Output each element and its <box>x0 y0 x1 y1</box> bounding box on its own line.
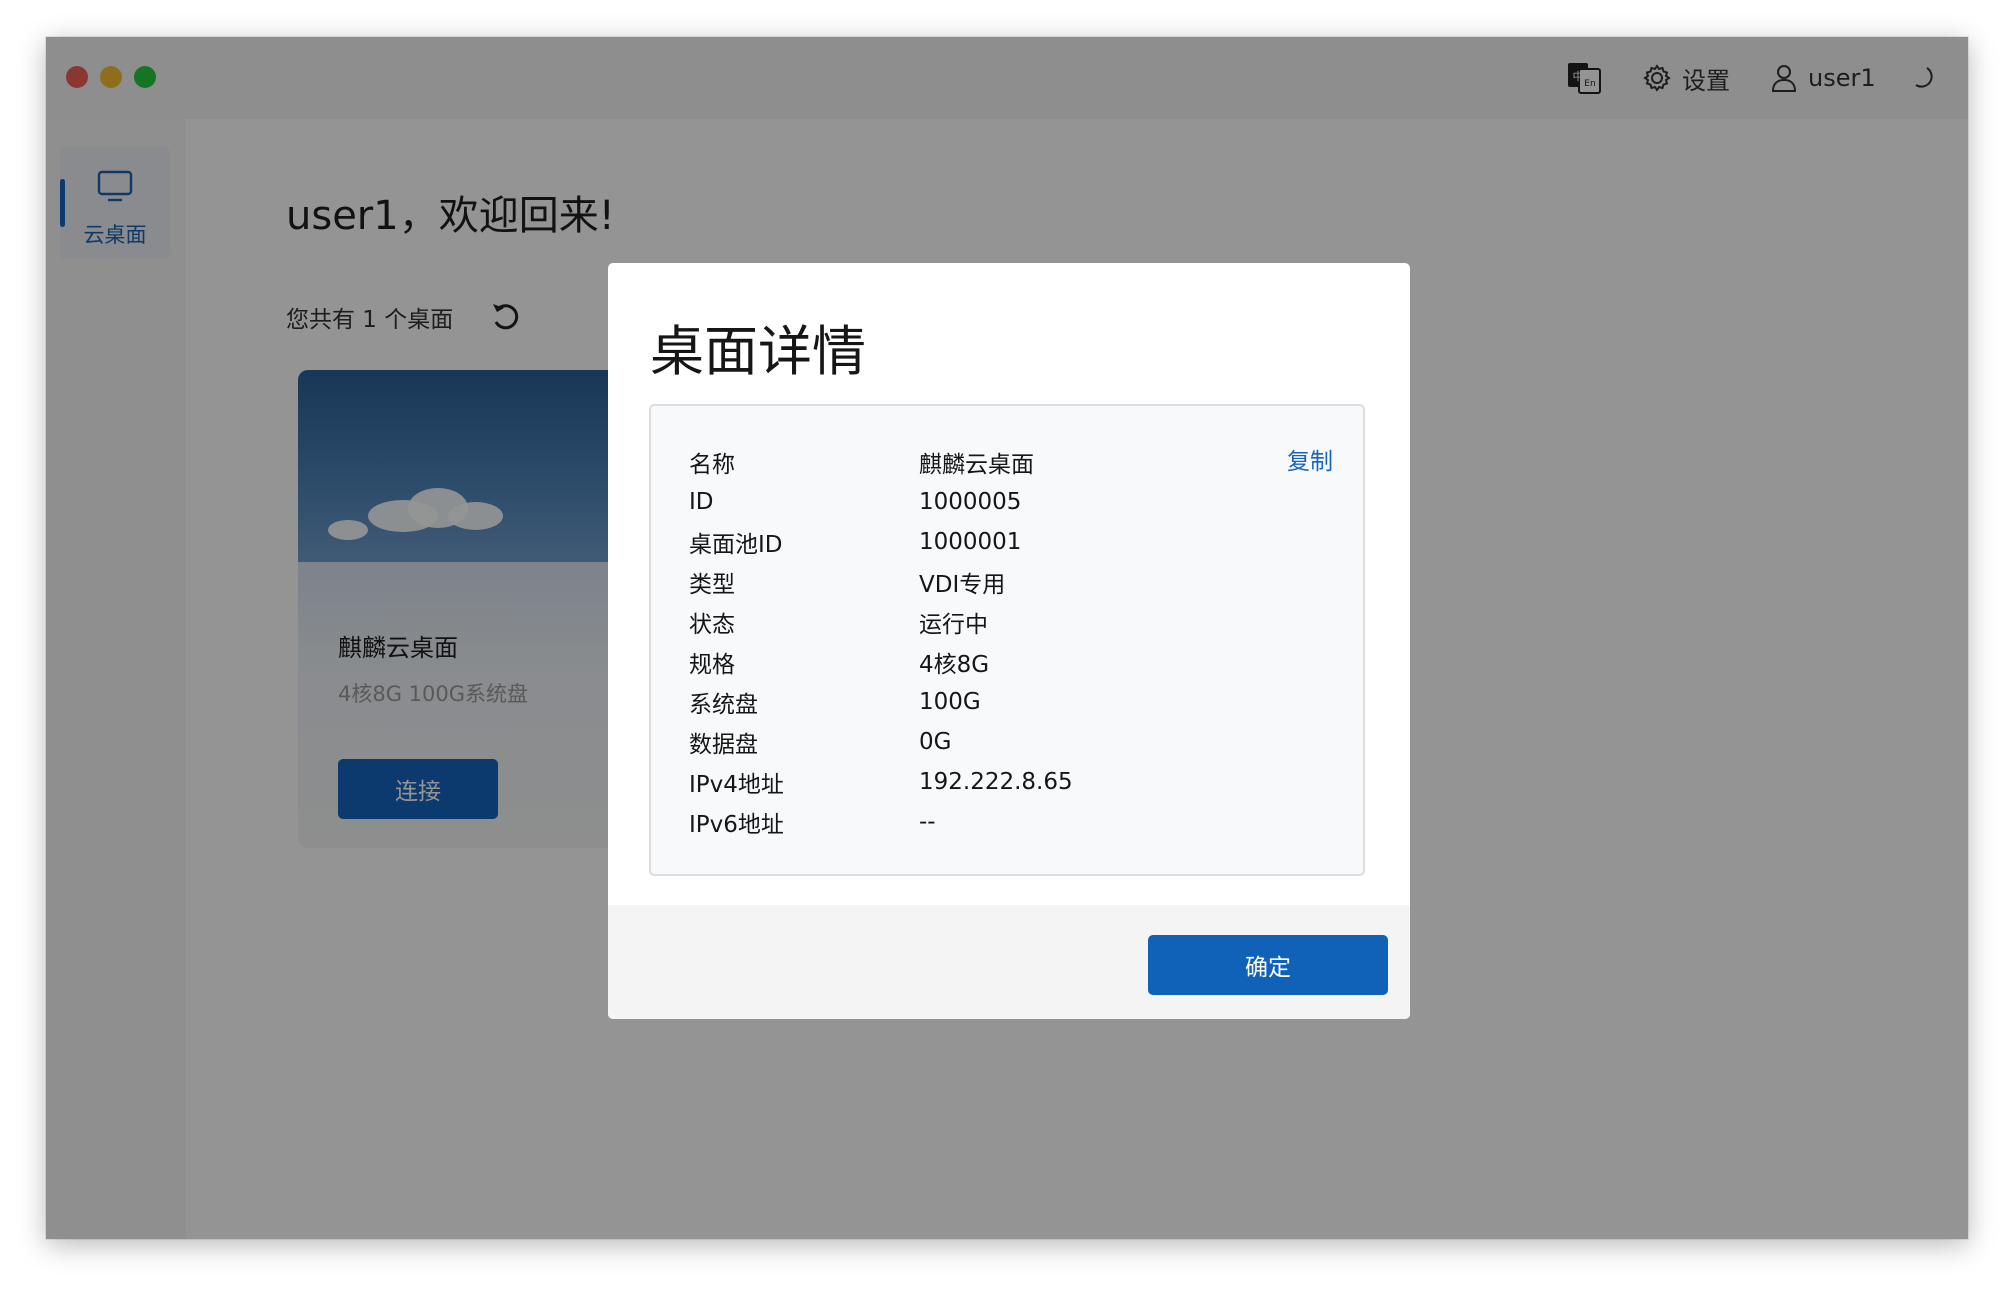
desktop-details-dialog: 桌面详情 复制 名称 麒麟云桌面 ID 1000005 桌面池ID 100000… <box>608 263 1410 1019</box>
detail-value: 0G <box>919 729 952 755</box>
detail-row: IPv6地址 -- <box>689 802 936 842</box>
detail-row: ID 1000005 <box>689 482 1021 522</box>
details-panel: 复制 名称 麒麟云桌面 ID 1000005 桌面池ID 1000001 类型 … <box>649 404 1365 876</box>
detail-value: 1000001 <box>919 529 1022 555</box>
detail-key: ID <box>689 489 714 515</box>
detail-row: 类型 VDI专用 <box>689 562 1005 602</box>
detail-row: 状态 运行中 <box>689 602 988 642</box>
dialog-footer: 确定 <box>608 905 1410 1019</box>
detail-key: 数据盘 <box>689 732 758 758</box>
detail-value: 麒麟云桌面 <box>919 452 1034 478</box>
detail-row: 数据盘 0G <box>689 722 951 762</box>
detail-key: 规格 <box>689 652 735 678</box>
detail-key: 状态 <box>689 612 735 638</box>
detail-key: IPv6地址 <box>689 812 784 838</box>
detail-key: IPv4地址 <box>689 772 784 798</box>
confirm-button[interactable]: 确定 <box>1148 935 1388 995</box>
detail-value: 4核8G <box>919 652 990 678</box>
detail-value: 运行中 <box>919 612 988 638</box>
detail-value: 192.222.8.65 <box>919 769 1073 795</box>
detail-key: 名称 <box>689 452 735 478</box>
detail-key: 类型 <box>689 572 735 598</box>
detail-row: IPv4地址 192.222.8.65 <box>689 762 1073 802</box>
detail-value: VDI专用 <box>919 572 1006 598</box>
detail-value: 1000005 <box>919 489 1022 515</box>
copy-button[interactable]: 复制 <box>1287 442 1333 476</box>
detail-row: 桌面池ID 1000001 <box>689 522 1021 562</box>
detail-key: 系统盘 <box>689 692 758 718</box>
detail-value: 100G <box>919 689 981 715</box>
app-window: 中 En 设置 user1 云桌面 user1，欢迎回来! 您共有 1 个桌面 … <box>46 37 1968 1239</box>
detail-key: 桌面池ID <box>689 532 783 558</box>
detail-value: -- <box>919 809 936 835</box>
detail-row: 规格 4核8G <box>689 642 989 682</box>
detail-row: 名称 麒麟云桌面 <box>689 442 1034 482</box>
detail-row: 系统盘 100G <box>689 682 981 722</box>
dialog-title: 桌面详情 <box>650 320 866 383</box>
